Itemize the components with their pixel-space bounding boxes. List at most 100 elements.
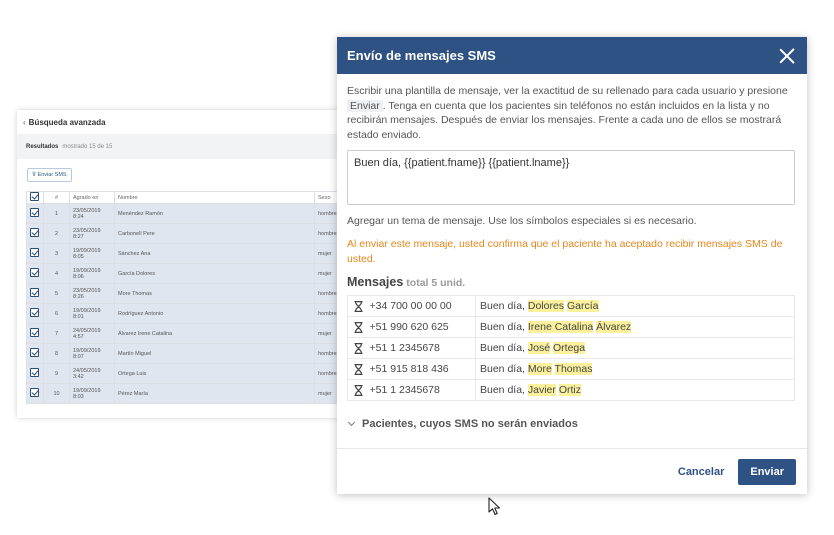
table-row[interactable]: 9 24/05/2019 3:42 Ortega Luis hombre — [26, 363, 347, 384]
row-select[interactable] — [26, 243, 44, 264]
message-phone: +34 700 00 00 00 — [365, 295, 476, 317]
row-name: García Dolores — [114, 263, 315, 284]
message-first-name: José — [527, 342, 551, 354]
row-select[interactable] — [26, 263, 44, 284]
message-phone: +51 1 2345678 — [365, 379, 476, 401]
row-select[interactable] — [26, 303, 44, 324]
table-row[interactable]: 3 19/09/2019 8:05 Sánchez Ana mujer — [26, 243, 347, 264]
cancel-button[interactable]: Cancelar — [678, 466, 724, 478]
row-time: 8:05 — [73, 253, 84, 260]
row-select[interactable] — [26, 203, 44, 224]
message-phone: +51 990 620 625 — [365, 316, 476, 338]
mouse-cursor-icon — [488, 497, 501, 516]
dialog-title: Envío de mensajes SMS — [347, 48, 496, 63]
table-row[interactable]: 6 19/09/2019 8:01 Rodríguez Antonio hombre — [26, 303, 347, 324]
row-select[interactable] — [26, 283, 44, 304]
hourglass-icon — [354, 300, 363, 312]
close-icon[interactable] — [779, 48, 795, 64]
row-date-cell: 23/05/2019 8:24 — [69, 203, 115, 224]
table-row[interactable]: 10 19/09/2019 8:03 Pérez María mujer — [26, 383, 347, 404]
message-first-name: Irene Catalina — [527, 321, 594, 333]
checkbox-checked-icon[interactable] — [30, 268, 39, 277]
messages-heading: Mensajes total 5 unid. — [347, 275, 797, 289]
message-preview: Buen día, José Ortega — [475, 337, 795, 359]
dialog-header: Envío de mensajes SMS — [337, 37, 807, 74]
row-number: 4 — [43, 263, 70, 284]
row-select[interactable] — [26, 323, 44, 344]
status-cell — [347, 295, 366, 317]
row-time: 4:57 — [73, 333, 84, 340]
message-row: +34 700 00 00 00 Buen día, Dolores García — [347, 295, 795, 317]
row-number: 10 — [43, 383, 70, 404]
message-template-input[interactable]: Buen día, {{patient.fname}} {{patient.ln… — [347, 150, 795, 205]
row-select[interactable] — [26, 223, 44, 244]
message-greeting: Buen día, — [480, 300, 525, 312]
table-header-row: # Agrado en Nombre Sexo — [26, 191, 347, 204]
message-first-name: Dolores — [527, 300, 565, 312]
row-number: 2 — [43, 223, 70, 244]
message-row: +51 1 2345678 Buen día, Javier Ortiz — [347, 379, 795, 401]
message-greeting: Buen día, — [480, 384, 525, 396]
row-time: 8:24 — [73, 213, 84, 220]
table-row[interactable]: 2 23/05/2019 8:27 Carbonell Pere hombre — [26, 223, 347, 244]
message-preview: Buen día, More Thomas — [475, 358, 795, 380]
row-name: Pérez María — [114, 383, 315, 404]
instructions-part-1: Escribir una plantilla de mensaje, ver l… — [347, 85, 788, 97]
row-number: 7 — [43, 323, 70, 344]
table-row[interactable]: 1 23/05/2019 8:24 Menéndez Ramón hombre — [26, 203, 347, 224]
column-header-number[interactable]: # — [43, 191, 70, 204]
table-row[interactable]: 7 24/05/2019 4:57 Álvarez Irene Catalina muj… — [26, 323, 347, 344]
status-cell — [347, 379, 366, 401]
checkbox-checked-icon[interactable] — [30, 368, 39, 377]
message-preview: Buen día, Dolores García — [475, 295, 795, 317]
message-greeting: Buen día, — [480, 363, 525, 375]
table-row[interactable]: 4 19/09/2019 8:06 García Dolores mujer — [26, 263, 347, 284]
instructions-text: Escribir una plantilla de mensaje, ver l… — [347, 84, 797, 142]
messages-total: total 5 unid. — [406, 277, 466, 289]
checkbox-checked-icon[interactable] — [30, 228, 39, 237]
column-header-name[interactable]: Nombre — [114, 191, 315, 204]
row-select[interactable] — [26, 343, 44, 364]
message-phone: +51 1 2345678 — [365, 337, 476, 359]
results-toolbar: ⊽ Enviar SMS — [17, 159, 347, 191]
hourglass-icon — [354, 342, 363, 354]
inline-send-reference: Enviar — [347, 99, 383, 112]
checkbox-checked-icon[interactable] — [30, 328, 39, 337]
send-button[interactable]: Enviar — [738, 458, 796, 485]
row-time: 8:26 — [73, 293, 84, 300]
chevron-left-icon[interactable]: ‹ — [23, 118, 26, 127]
checkbox-checked-icon[interactable] — [30, 308, 39, 317]
header-select-all[interactable] — [26, 191, 44, 204]
table-row[interactable]: 5 23/05/2019 8:26 More Thomas hombre — [26, 283, 347, 304]
checkbox-checked-icon[interactable] — [30, 208, 39, 217]
message-first-name: More — [527, 363, 552, 375]
status-cell — [347, 358, 366, 380]
row-select[interactable] — [26, 363, 44, 384]
consent-warning: Al enviar este mensaje, usted confirma q… — [347, 238, 783, 265]
column-header-date[interactable]: Agrado en — [69, 191, 115, 204]
sms-dialog: Envío de mensajes SMS Escribir una plant… — [337, 37, 807, 494]
row-select[interactable] — [26, 383, 44, 404]
row-name: Rodríguez Antonio — [114, 303, 315, 324]
row-date-cell: 19/09/2019 8:03 — [69, 383, 115, 404]
advanced-search-header[interactable]: ‹ Búsqueda avanzada — [17, 110, 347, 134]
row-number: 5 — [43, 283, 70, 304]
checkbox-checked-icon[interactable] — [30, 288, 39, 297]
row-name: Martín Miguel — [114, 343, 315, 364]
advanced-search-title: Búsqueda avanzada — [28, 117, 106, 127]
row-date-cell: 24/05/2019 4:57 — [69, 323, 115, 344]
not-sent-toggle[interactable]: Pacientes, cuyos SMS no serán enviados — [347, 418, 797, 430]
row-name: Sánchez Ana — [114, 243, 315, 264]
message-phone: +51 915 818 436 — [365, 358, 476, 380]
instructions-part-2: . Tenga en cuenta que los pacientes sin … — [347, 99, 782, 141]
hourglass-icon — [354, 321, 363, 333]
message-last-name: Ortiz — [558, 384, 581, 396]
checkbox-checked-icon[interactable] — [30, 388, 39, 397]
checkbox-checked-icon[interactable] — [30, 192, 39, 201]
row-number: 8 — [43, 343, 70, 364]
send-sms-button[interactable]: ⊽ Enviar SMS — [27, 168, 72, 182]
checkbox-checked-icon[interactable] — [30, 348, 39, 357]
row-date-cell: 19/09/2019 8:07 — [69, 343, 115, 364]
checkbox-checked-icon[interactable] — [30, 248, 39, 257]
table-row[interactable]: 8 19/09/2019 8:07 Martín Miguel hombre — [26, 343, 347, 364]
